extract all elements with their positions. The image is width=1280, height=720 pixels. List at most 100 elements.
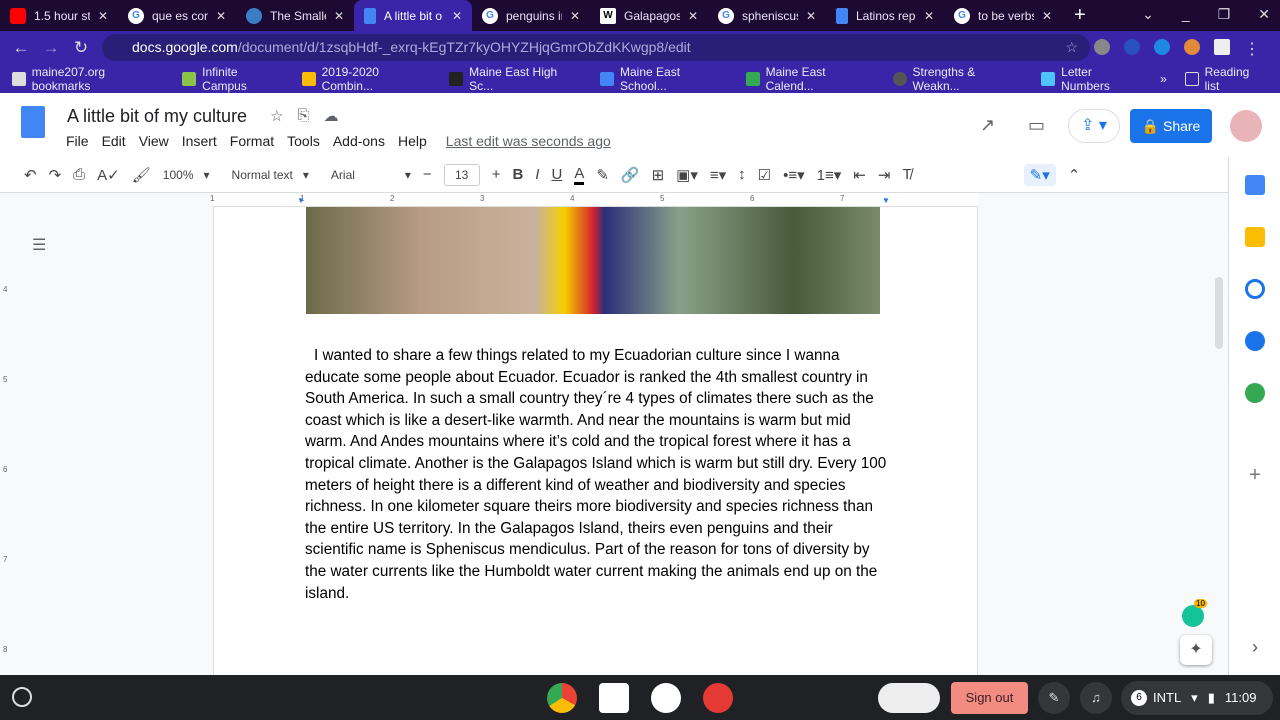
tab[interactable]: 1.5 hour stu✕ [0,0,118,31]
undo-icon[interactable]: ↶ [24,166,37,184]
sign-out-button[interactable]: Sign out [951,682,1028,714]
bookmark[interactable]: Maine East High Sc... [449,65,582,93]
avatar[interactable] [1230,110,1262,142]
tab-active[interactable]: A little bit o ✕ [354,0,472,31]
text-color-icon[interactable]: A [574,165,585,185]
close-icon[interactable]: ✕ [806,9,816,23]
status-tray[interactable]: 6 INTL ▾ ▮ 11:09 [1121,681,1273,715]
font-size-input[interactable]: 13 [443,163,480,186]
image-icon[interactable]: ▣▾ [676,166,698,184]
window-previews[interactable] [878,683,940,713]
add-addon-icon[interactable]: + [1245,465,1265,485]
extension-icon[interactable] [1094,39,1110,55]
tab[interactable]: Gpenguins in ✕ [472,0,590,31]
increase-font-icon[interactable]: + [492,166,501,183]
cloud-saved-icon[interactable]: ☁ [323,107,338,125]
align-icon[interactable]: ≡▾ [710,166,726,184]
menu-addons[interactable]: Add-ons [333,133,385,149]
italic-icon[interactable]: I [535,166,539,183]
chrome-icon[interactable] [547,683,577,713]
link-icon[interactable]: 🔗 [621,166,640,184]
close-icon[interactable]: ✕ [570,9,580,23]
bookmark[interactable]: Infinite Campus [182,65,283,93]
tasks-icon[interactable] [1245,279,1265,299]
style-select[interactable]: Normal text ▾ [232,168,309,182]
close-window-icon[interactable]: ✕ [1258,6,1270,23]
right-indent-marker[interactable]: ▼ [882,196,890,205]
back-icon[interactable]: ← [6,38,36,58]
bookmark[interactable]: Maine East School... [600,65,728,93]
print-icon[interactable]: ⎙ [73,166,85,183]
tab-search-icon[interactable]: ⌄ [1142,6,1154,23]
keep-icon[interactable] [1245,227,1265,247]
ecuador-photo[interactable] [306,207,880,314]
menu-icon[interactable]: ⋮ [1244,39,1260,58]
clear-formatting-icon[interactable]: T̸ [902,166,911,183]
document-title[interactable]: A little bit of my culture [67,106,247,127]
stylus-icon[interactable]: ✎ [1038,682,1070,714]
tab[interactable]: Latinos rep ✕ [826,0,944,31]
decrease-font-icon[interactable]: − [423,166,432,183]
activity-icon[interactable]: ↗ [980,115,995,136]
docs-logo-icon[interactable] [21,106,45,138]
document-body[interactable]: I wanted to share a few things related t… [305,345,895,604]
bookmark[interactable]: 2019-2020 Combin... [301,65,432,93]
comment-icon[interactable]: ⊞ [652,166,665,184]
close-icon[interactable]: ✕ [216,9,226,23]
calendar-icon[interactable] [1245,175,1265,195]
grammarly-icon[interactable]: 10 [1182,599,1207,627]
paint-format-icon[interactable]: 🖌 [132,166,151,184]
present-button[interactable]: ⇪ ▾ [1068,109,1120,143]
contacts-icon[interactable] [1245,331,1265,351]
menu-view[interactable]: View [139,133,169,149]
close-icon[interactable]: ✕ [334,9,344,23]
bookmark-star-icon[interactable]: ☆ [1065,34,1078,61]
extension-t-icon[interactable] [1154,39,1170,55]
extension-icon[interactable] [1184,39,1200,55]
maps-icon[interactable] [1245,383,1265,403]
minimize-icon[interactable]: _ [1182,6,1190,23]
close-icon[interactable]: ✕ [452,9,462,23]
menu-file[interactable]: File [66,133,89,149]
puzzle-icon[interactable] [1214,39,1230,55]
more-bookmarks-icon[interactable]: » [1160,72,1167,86]
menu-edit[interactable]: Edit [102,133,126,149]
document-page[interactable]: I wanted to share a few things related t… [213,207,978,675]
bold-icon[interactable]: B [512,166,523,183]
bookmark[interactable]: maine207.org bookmarks [12,65,164,93]
line-spacing-icon[interactable]: ↕ [738,166,746,183]
expand-panel-icon[interactable]: › [1245,637,1265,657]
tab[interactable]: Gto be verbs ✕ [944,0,1062,31]
new-tab-button[interactable]: + [1074,4,1086,27]
explore-button[interactable]: ✦ [1180,635,1212,665]
numbered-list-icon[interactable]: 1≡▾ [817,166,842,184]
collapse-icon[interactable]: ⌃ [1068,166,1081,184]
scrollbar[interactable] [1215,277,1223,349]
extension-k-icon[interactable] [1124,39,1140,55]
close-icon[interactable]: ✕ [688,9,698,23]
gallery-icon[interactable] [703,683,733,713]
tab[interactable]: Gque es corr ✕ [118,0,236,31]
forward-icon[interactable]: → [36,38,66,58]
underline-icon[interactable]: U [551,166,562,183]
bookmark[interactable]: Letter Numbers [1041,65,1142,93]
close-icon[interactable]: ✕ [1042,9,1052,23]
checklist-icon[interactable]: ☑ [758,166,771,184]
redo-icon[interactable]: ↷ [49,166,62,184]
bulleted-list-icon[interactable]: •≡▾ [783,166,805,184]
gmail-icon[interactable] [599,683,629,713]
menu-tools[interactable]: Tools [287,133,320,149]
move-folder-icon[interactable]: ⎘ [297,107,309,125]
increase-indent-icon[interactable]: ⇥ [878,166,891,184]
bookmark[interactable]: Strengths & Weakn... [892,65,1024,93]
menu-format[interactable]: Format [230,133,274,149]
url-input[interactable]: docs.google.com/document/d/1zsqbHdf-_exr… [102,34,1090,61]
editing-mode-icon[interactable]: ✎▾ [1023,163,1056,186]
reading-list[interactable]: Reading list [1184,65,1266,93]
reload-icon[interactable]: ↻ [66,38,96,58]
spellcheck-icon[interactable]: A✓ [97,166,120,184]
share-button[interactable]: 🔒 Share [1130,109,1212,143]
star-icon[interactable]: ☆ [270,107,283,125]
last-edit-link[interactable]: Last edit was seconds ago [446,133,611,149]
outline-icon[interactable]: ☰ [32,235,46,255]
